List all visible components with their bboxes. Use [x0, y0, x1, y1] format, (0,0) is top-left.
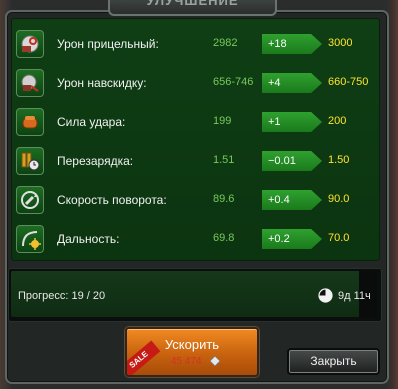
window-title-tab: УЛУЧШЕНИЕ [108, 0, 277, 16]
stat-current-value: 1.51 [213, 154, 235, 166]
stat-row-aimed-damage: Урон прицельный: 2982 +18 3000 [12, 26, 379, 64]
stat-row-range: Дальность: 69.8 +0.2 70.0 [12, 221, 379, 259]
clock-pie-icon [318, 288, 333, 303]
stat-new-value: 70.0 [328, 232, 350, 244]
progress-panel: Прогресс: 19 / 20 9д 11ч [8, 268, 382, 322]
stat-current-value: 656-746 [213, 76, 254, 88]
stat-new-value: 3000 [328, 37, 353, 49]
time-remaining: 9д 11ч [338, 290, 371, 302]
upgrade-progress-bar: Прогресс: 19 / 20 9д 11ч [11, 271, 377, 317]
stat-label: Скорость поворота: [57, 193, 167, 207]
stat-delta-badge: −0.01 [262, 151, 322, 171]
stat-delta-badge: +0.4 [262, 190, 322, 210]
stat-row-reload: Перезарядка: 1.51 −0.01 1.50 [12, 143, 379, 181]
stat-delta-badge: +0.2 [262, 229, 322, 249]
snapshot-damage-icon [16, 69, 44, 97]
stat-delta-badge: +1 [262, 112, 322, 132]
rotation-speed-icon [16, 186, 44, 214]
stat-delta-badge: +4 [262, 73, 322, 93]
stat-row-hit-power: Сила удара: 199 +1 200 [12, 104, 379, 142]
stat-label: Сила удара: [57, 115, 126, 129]
stat-label: Урон прицельный: [57, 37, 159, 51]
progress-value: 19 / 20 [71, 290, 106, 302]
stat-delta-badge: +18 [262, 34, 322, 54]
reload-timer-icon [16, 147, 44, 175]
speed-up-price: 45 474 [171, 356, 202, 367]
stat-label: Перезарядка: [57, 154, 134, 168]
window-title: УЛУЧШЕНИЕ [146, 0, 239, 8]
crystal-icon [210, 356, 220, 366]
stat-new-value: 200 [328, 115, 347, 127]
stat-label: Урон навскидку: [57, 76, 147, 90]
progress-text: Прогресс: 19 / 20 [18, 290, 105, 302]
close-button[interactable]: Закрыть [287, 348, 380, 375]
stat-current-value: 69.8 [213, 232, 235, 244]
stat-new-value: 90.0 [328, 193, 350, 205]
speed-up-button[interactable]: Ускорить 45 474 SALE [125, 327, 259, 377]
stats-panel: Урон прицельный: 2982 +18 3000 Урон навс… [11, 18, 380, 261]
stat-label: Дальность: [57, 232, 120, 246]
stat-current-value: 199 [213, 115, 232, 127]
stat-new-value: 660-750 [328, 76, 369, 88]
stat-row-rotation-speed: Скорость поворота: 89.6 +0.4 90.0 [12, 182, 379, 220]
stat-current-value: 89.6 [213, 193, 235, 205]
fist-icon [16, 108, 44, 136]
stat-current-value: 2982 [213, 37, 238, 49]
crosshair-damage-icon [16, 30, 44, 58]
stat-row-snap-damage: Урон навскидку: 656-746 +4 660-750 [12, 65, 379, 103]
range-icon [16, 225, 44, 253]
stat-new-value: 1.50 [328, 154, 350, 166]
progress-label: Прогресс: [18, 290, 69, 302]
